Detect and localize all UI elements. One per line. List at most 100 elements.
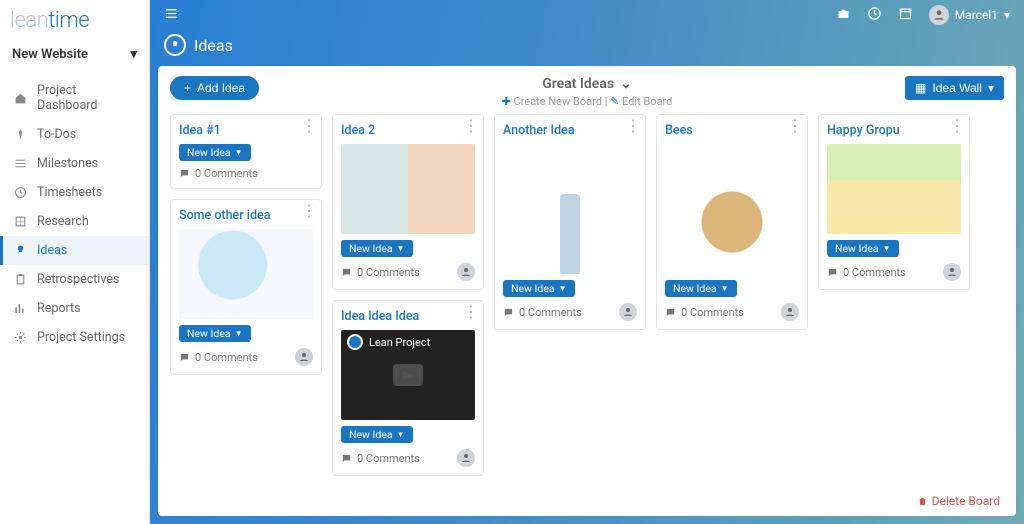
page-title: Ideas bbox=[150, 30, 1024, 66]
chevron-down-icon: ⌄ bbox=[620, 76, 632, 92]
board-links: ✚ Create New Board | ✎ Edit Board bbox=[170, 95, 1004, 108]
idea-title[interactable]: Idea #1 bbox=[179, 123, 313, 138]
assignee-avatar[interactable] bbox=[619, 303, 637, 321]
delete-board-link[interactable]: Delete Board bbox=[917, 494, 1000, 508]
edit-board-link[interactable]: ✎ Edit Board bbox=[610, 95, 672, 108]
board-column: Idea 2⋮New Idea▼0 CommentsIdea Idea Idea… bbox=[332, 114, 484, 476]
idea-card: Idea Idea Idea⋮ Lean Project▶ New Idea▼ 0 C… bbox=[332, 300, 484, 476]
comments-link[interactable]: 0 Comments bbox=[503, 306, 582, 319]
project-name: New Website bbox=[12, 47, 88, 62]
idea-title[interactable]: Another Idea bbox=[503, 123, 637, 138]
comments-link[interactable]: 0 Comments bbox=[341, 266, 420, 279]
idea-title[interactable]: Bees bbox=[665, 123, 799, 138]
status-tag[interactable]: New Idea▼ bbox=[341, 426, 413, 443]
board-header: + Add Idea ▦ Idea Wall ▾ Great Ideas ⌄ ✚… bbox=[170, 76, 1004, 108]
caret-down-icon: ▾ bbox=[130, 47, 137, 62]
lines-icon bbox=[14, 157, 27, 170]
more-icon[interactable]: ⋮ bbox=[949, 121, 965, 131]
idea-board: Idea #1⋮New Idea▼0 CommentsSome other id… bbox=[170, 114, 1004, 476]
calendar-icon[interactable] bbox=[898, 6, 913, 25]
avatar-icon bbox=[929, 5, 949, 25]
nav-item-to-dos[interactable]: To-Dos bbox=[0, 120, 149, 149]
nav-item-retrospectives[interactable]: Retrospectives bbox=[0, 265, 149, 294]
assignee-avatar[interactable] bbox=[781, 303, 799, 321]
comments-link[interactable]: 0 Comments bbox=[179, 351, 258, 364]
home-icon bbox=[14, 92, 27, 105]
clock-icon bbox=[14, 186, 27, 199]
comments-link[interactable]: 0 Comments bbox=[827, 266, 906, 279]
comments-link[interactable]: 0 Comments bbox=[179, 167, 258, 180]
topbar: Marcel1 ▾ bbox=[150, 0, 1024, 30]
idea-card: Another Idea⋮ New Idea▼ 0 Comments bbox=[494, 114, 646, 330]
nav-item-milestones[interactable]: Milestones bbox=[0, 149, 149, 178]
more-icon[interactable]: ⋮ bbox=[463, 121, 479, 131]
comments-link[interactable]: 0 Comments bbox=[665, 306, 744, 319]
nav-item-timesheets[interactable]: Timesheets bbox=[0, 178, 149, 207]
idea-title[interactable]: Happy Gropu bbox=[827, 123, 961, 138]
card-thumb bbox=[827, 144, 961, 234]
card-thumb bbox=[179, 229, 313, 319]
more-icon[interactable]: ⋮ bbox=[625, 121, 641, 131]
status-tag[interactable]: New Idea▼ bbox=[665, 280, 737, 297]
assignee-avatar[interactable] bbox=[943, 263, 961, 281]
board-column: Another Idea⋮ New Idea▼ 0 Comments bbox=[494, 114, 646, 330]
status-tag[interactable]: New Idea▼ bbox=[827, 240, 899, 257]
more-icon[interactable]: ⋮ bbox=[787, 121, 803, 131]
idea-card: Some other idea⋮ New Idea▼ 0 Comments bbox=[170, 199, 322, 375]
create-board-link[interactable]: ✚ Create New Board bbox=[502, 95, 602, 108]
idea-title[interactable]: Some other idea bbox=[179, 208, 313, 223]
status-tag[interactable]: New Idea▼ bbox=[503, 280, 575, 297]
plus-icon: + bbox=[184, 81, 191, 95]
idea-title[interactable]: Idea 2 bbox=[341, 123, 475, 138]
user-menu[interactable]: Marcel1 ▾ bbox=[929, 5, 1010, 25]
content: + Add Idea ▦ Idea Wall ▾ Great Ideas ⌄ ✚… bbox=[158, 66, 1016, 516]
idea-card: Idea #1⋮ New Idea▼ 0 Comments bbox=[170, 114, 322, 189]
clock-icon[interactable] bbox=[867, 6, 882, 25]
bulb-icon bbox=[164, 34, 186, 56]
caret-down-icon: ▾ bbox=[988, 81, 994, 95]
nav-item-project-settings[interactable]: Project Settings bbox=[0, 323, 149, 352]
more-icon[interactable]: ⋮ bbox=[463, 307, 479, 317]
comments-link[interactable]: 0 Comments bbox=[341, 452, 420, 465]
status-tag[interactable]: New Idea▼ bbox=[179, 144, 251, 161]
briefcase-icon[interactable] bbox=[836, 6, 851, 25]
gear-icon bbox=[14, 331, 27, 344]
add-idea-button[interactable]: + Add Idea bbox=[170, 76, 259, 100]
chart-icon bbox=[14, 302, 27, 315]
play-icon: ▶ bbox=[393, 364, 423, 386]
caret-down-icon: ▾ bbox=[1004, 8, 1010, 22]
view-mode-button[interactable]: ▦ Idea Wall ▾ bbox=[905, 76, 1004, 100]
nav-list: Project DashboardTo-DosMilestonesTimeshe… bbox=[0, 70, 149, 352]
project-selector[interactable]: New Website ▾ bbox=[0, 39, 149, 70]
status-tag[interactable]: New Idea▼ bbox=[341, 240, 413, 257]
brand-logo: leantime bbox=[0, 0, 149, 39]
status-tag[interactable]: New Idea▼ bbox=[179, 325, 251, 342]
assignee-avatar[interactable] bbox=[457, 263, 475, 281]
board-column: Bees⋮ New Idea▼ 0 Comments bbox=[656, 114, 808, 330]
idea-card: Idea 2⋮ New Idea▼ 0 Comments bbox=[332, 114, 484, 290]
video-thumb[interactable]: Lean Project▶ bbox=[341, 330, 475, 420]
assignee-avatar[interactable] bbox=[457, 449, 475, 467]
idea-title[interactable]: Idea Idea Idea bbox=[341, 309, 475, 324]
grid-icon: ▦ bbox=[915, 81, 926, 95]
more-icon[interactable]: ⋮ bbox=[301, 206, 317, 216]
more-icon[interactable]: ⋮ bbox=[301, 121, 317, 131]
nav-item-ideas[interactable]: Ideas bbox=[0, 236, 149, 265]
card-thumb bbox=[503, 144, 637, 274]
assignee-avatar[interactable] bbox=[295, 348, 313, 366]
nav-item-research[interactable]: Research bbox=[0, 207, 149, 236]
card-thumb bbox=[341, 144, 475, 234]
board-icon bbox=[14, 215, 27, 228]
menu-icon[interactable] bbox=[164, 6, 179, 25]
board-title-selector[interactable]: Great Ideas ⌄ bbox=[542, 76, 632, 92]
nav-item-project-dashboard[interactable]: Project Dashboard bbox=[0, 76, 149, 120]
main-area: Marcel1 ▾ Ideas + Add Idea ▦ Idea Wall ▾ bbox=[150, 0, 1024, 524]
nav-item-reports[interactable]: Reports bbox=[0, 294, 149, 323]
board-column: Happy Gropu⋮ New Idea▼ 0 Comments bbox=[818, 114, 970, 290]
idea-card: Bees⋮ New Idea▼ 0 Comments bbox=[656, 114, 808, 330]
idea-card: Happy Gropu⋮ New Idea▼ 0 Comments bbox=[818, 114, 970, 290]
pin-icon bbox=[14, 128, 27, 141]
bulb-icon bbox=[14, 244, 27, 257]
sidebar: leantime New Website ▾ Project Dashboard… bbox=[0, 0, 150, 524]
user-name: Marcel1 bbox=[955, 8, 998, 22]
